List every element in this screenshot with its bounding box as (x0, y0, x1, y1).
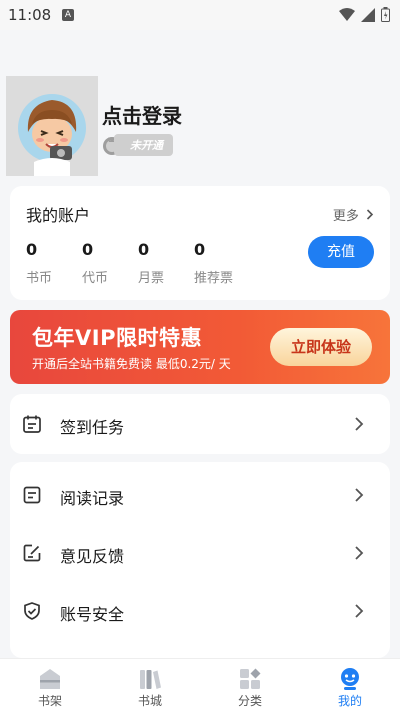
tab-mine[interactable]: 我的 (300, 659, 400, 713)
status-indicators (339, 7, 390, 22)
bookshelf-icon (40, 669, 60, 689)
menu-item-checkin[interactable]: 签到任务 (10, 395, 390, 453)
stat-tokens[interactable]: 0 代币 (82, 240, 138, 286)
wifi-icon (339, 7, 355, 21)
stat-value: 0 (194, 240, 206, 259)
tab-label: 我的 (337, 694, 362, 708)
tab-category[interactable]: 分类 (200, 659, 300, 713)
tab-label: 书城 (137, 694, 162, 708)
banner-subtitle: 开通后全站书籍免费读 最低0.2元/ 天 (32, 357, 231, 371)
calendar-icon (23, 415, 41, 433)
bottom-tab-bar: 书架 书城 分类 我的 (0, 658, 400, 713)
stat-monthly-tickets[interactable]: 0 月票 (138, 240, 194, 286)
checkin-card: 签到任务 (10, 394, 390, 454)
tab-label: 书架 (37, 694, 62, 708)
stat-value: 0 (138, 240, 150, 259)
document-icon (23, 486, 41, 504)
menu-item-reading-history[interactable]: 阅读记录 (10, 466, 390, 524)
profile-icon (341, 668, 359, 690)
stat-book-coins[interactable]: 0 书币 (26, 240, 82, 286)
stat-value: 0 (26, 240, 38, 259)
chevron-right-icon (355, 546, 364, 560)
category-icon (240, 668, 261, 689)
account-more-link[interactable]: 更多 (333, 205, 374, 224)
stat-value: 0 (82, 240, 94, 259)
banner-title: 包年VIP限时特惠 (32, 326, 202, 350)
menu-item-account-security[interactable]: 账号安全 (10, 582, 390, 640)
edit-icon (23, 544, 41, 562)
menu-label: 签到任务 (60, 418, 125, 437)
bookstore-icon (140, 670, 161, 689)
tab-label: 分类 (237, 694, 262, 708)
status-time: 11:08 (8, 6, 52, 24)
stat-label: 推荐票 (194, 271, 234, 286)
vip-status-text: 未开通 (114, 134, 173, 156)
account-card: 我的账户 更多 0 书币 0 代币 0 月票 0 推荐票 充值 (10, 186, 390, 300)
recharge-button[interactable]: 充值 (308, 236, 374, 268)
stat-label: 书币 (26, 271, 53, 286)
menu-item-feedback[interactable]: 意见反馈 (10, 524, 390, 582)
vip-status-badge: 未开通 (102, 134, 173, 156)
stat-label: 代币 (82, 271, 109, 286)
shield-check-icon (24, 602, 40, 620)
stat-label: 月票 (138, 271, 165, 286)
login-prompt[interactable]: 点击登录 (102, 100, 182, 129)
signal-icon (361, 7, 375, 22)
menu-label: 意见反馈 (60, 547, 125, 566)
cartoon-avatar-icon (6, 76, 98, 176)
chevron-right-icon (355, 488, 364, 502)
account-title: 我的账户 (26, 206, 91, 225)
notification-a-icon: A (62, 9, 74, 21)
tab-bookshelf[interactable]: 书架 (0, 659, 100, 713)
chevron-right-icon (366, 209, 374, 220)
account-stats: 0 书币 0 代币 0 月票 0 推荐票 (26, 240, 250, 286)
avatar[interactable] (6, 76, 98, 176)
tab-bookstore[interactable]: 书城 (100, 659, 200, 713)
chevron-right-icon (355, 604, 364, 618)
stat-recommend-tickets[interactable]: 0 推荐票 (194, 240, 250, 286)
more-label: 更多 (332, 209, 359, 224)
battery-icon (381, 7, 390, 22)
chevron-right-icon (355, 417, 364, 431)
try-now-button[interactable]: 立即体验 (270, 328, 372, 366)
menu-label: 阅读记录 (60, 489, 125, 508)
status-bar: 11:08 A (0, 0, 400, 30)
menu-label: 账号安全 (60, 605, 125, 624)
vip-promo-banner[interactable]: 包年VIP限时特惠 开通后全站书籍免费读 最低0.2元/ 天 立即体验 (10, 310, 390, 384)
settings-menu-card: 阅读记录 意见反馈 账号安全 (10, 462, 390, 658)
